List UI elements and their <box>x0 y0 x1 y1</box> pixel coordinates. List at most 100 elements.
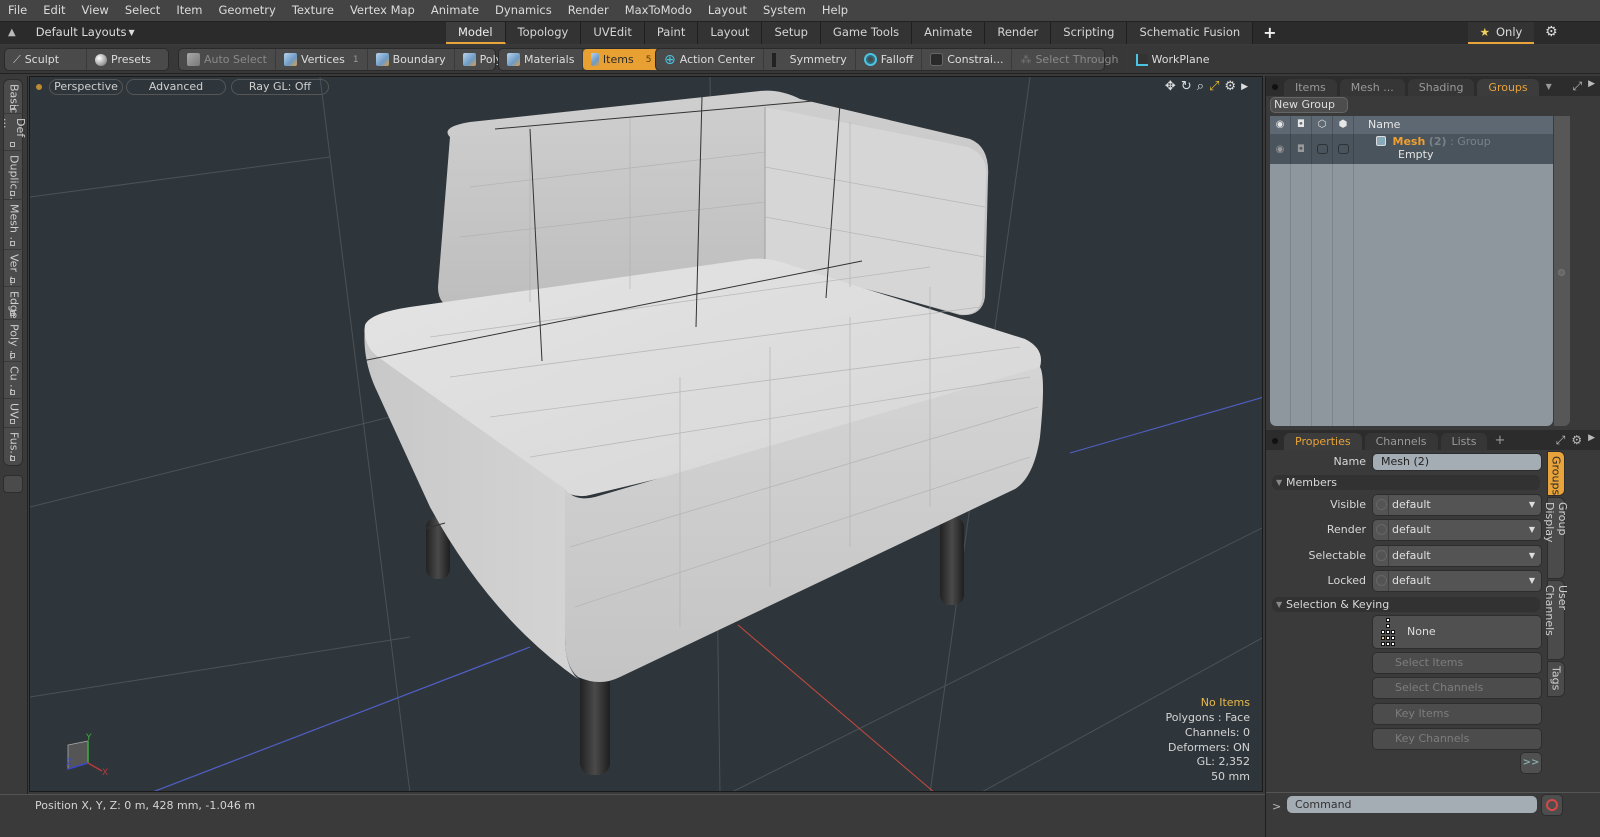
side-tab-group-display[interactable]: Group Display <box>1543 497 1569 579</box>
side-tab-groups[interactable]: Groups <box>1547 451 1565 496</box>
menu-texture[interactable]: Texture <box>284 0 342 21</box>
keyframe-circle-icon[interactable] <box>1376 575 1387 586</box>
left-tab-extra[interactable] <box>3 475 23 493</box>
selection-keying-section[interactable]: ▼ Selection & Keying <box>1272 597 1540 612</box>
visible-dropdown[interactable]: default ▼ <box>1372 494 1542 516</box>
menu-help[interactable]: Help <box>814 0 856 21</box>
selectable-dropdown[interactable]: default ▼ <box>1372 545 1542 567</box>
keyframe-circle-icon[interactable] <box>1376 499 1387 510</box>
tab-lists[interactable]: Lists <box>1440 433 1488 450</box>
row-eye-icon[interactable]: ◉ <box>1270 134 1291 164</box>
sculpt-button[interactable]: ⟋ Sculpt <box>5 49 87 70</box>
left-tab-deform[interactable]: Def ... <box>1 114 27 151</box>
viewport-status-dot-icon[interactable] <box>36 84 42 90</box>
render-camera-icon[interactable]: ◘ <box>1291 116 1312 134</box>
materials-button[interactable]: Materials <box>499 49 584 70</box>
left-tab-curve[interactable]: Cu ... <box>4 362 24 399</box>
3d-viewport[interactable]: Y X Z Perspective Advanced Ray GL: Off ✥… <box>29 76 1263 792</box>
panel-arrow-icon[interactable]: ▶ <box>1588 79 1595 94</box>
menu-geometry[interactable]: Geometry <box>211 0 284 21</box>
new-group-button[interactable]: New Group <box>1270 97 1348 113</box>
tab-properties[interactable]: Properties <box>1284 433 1362 450</box>
selectable-cube-icon[interactable]: ⬡ <box>1312 116 1333 134</box>
rotate-icon[interactable]: ↻ <box>1181 79 1192 95</box>
left-tab-mesh[interactable]: Mesh ... <box>4 200 24 250</box>
menu-view[interactable]: View <box>74 0 117 21</box>
locked-dropdown[interactable]: default ▼ <box>1372 570 1542 592</box>
menu-system[interactable]: System <box>755 0 814 21</box>
tab-scripting[interactable]: Scripting <box>1051 22 1128 44</box>
vertices-button[interactable]: Vertices 1 <box>276 49 368 70</box>
groups-scrollbar[interactable] <box>1554 116 1570 426</box>
left-tab-polygon[interactable]: Poly ... <box>4 320 24 362</box>
select-through-button[interactable]: ⁂ Select Through <box>1012 49 1128 70</box>
expand-arrow-icon[interactable]: ▶ <box>1241 79 1248 95</box>
members-section[interactable]: ▼ Members <box>1272 475 1540 490</box>
layout-selector[interactable]: ▲ Default Layouts ▼ <box>8 25 135 39</box>
tab-mesh[interactable]: Mesh ... <box>1339 79 1405 96</box>
symmetry-button[interactable]: Symmetry <box>764 49 856 70</box>
only-toggle[interactable]: ★ Only <box>1468 22 1534 44</box>
tab-uvedit[interactable]: UVEdit <box>581 22 645 44</box>
panel-dot-icon[interactable] <box>1272 438 1278 444</box>
tab-model[interactable]: Model <box>446 22 506 44</box>
raygl-button[interactable]: Ray GL: Off <box>231 79 329 95</box>
action-center-button[interactable]: ⊕ Action Center <box>656 49 764 70</box>
render-dropdown[interactable]: default ▼ <box>1372 519 1542 541</box>
left-tab-edge[interactable]: Edge <box>4 287 24 320</box>
workplane-button[interactable]: WorkPlane <box>1128 49 1218 70</box>
key-channels-button[interactable]: Key Channels <box>1372 728 1542 750</box>
tab-paint[interactable]: Paint <box>644 22 699 44</box>
add-tab-button[interactable]: + <box>1253 22 1286 44</box>
left-tab-vertex[interactable]: Ver ... <box>4 250 24 287</box>
add-tab-icon[interactable]: + <box>1494 433 1505 448</box>
tab-channels[interactable]: Channels <box>1364 433 1438 450</box>
command-input[interactable]: Command <box>1287 796 1537 813</box>
more-button[interactable]: >> <box>1520 752 1542 774</box>
select-items-button[interactable]: Select Items <box>1372 652 1542 674</box>
menu-edit[interactable]: Edit <box>35 0 73 21</box>
menu-file[interactable]: File <box>0 0 35 21</box>
menu-item[interactable]: Item <box>168 0 210 21</box>
maximize-icon[interactable]: ⤢ <box>1209 79 1219 95</box>
key-items-button[interactable]: Key Items <box>1372 703 1542 725</box>
none-selector-button[interactable]: None <box>1372 615 1542 649</box>
panel-arrow-icon[interactable]: ▶ <box>1588 433 1595 448</box>
tab-animate[interactable]: Animate <box>912 22 986 44</box>
zoom-icon[interactable]: ⌕ <box>1197 79 1204 95</box>
tab-render[interactable]: Render <box>985 22 1052 44</box>
tab-groups[interactable]: Groups <box>1477 79 1539 96</box>
tab-schematic-fusion[interactable]: Schematic Fusion <box>1127 22 1254 44</box>
menu-select[interactable]: Select <box>117 0 168 21</box>
select-channels-button[interactable]: Select Channels <box>1372 677 1542 699</box>
tab-topology[interactable]: Topology <box>505 22 582 44</box>
record-macro-button[interactable] <box>1541 794 1563 816</box>
gear-icon[interactable]: ⚙ <box>1545 24 1558 40</box>
auto-select-button[interactable]: Auto Select <box>179 49 276 70</box>
view-mode-button[interactable]: Perspective <box>49 79 123 95</box>
menu-dynamics[interactable]: Dynamics <box>487 0 560 21</box>
menu-animate[interactable]: Animate <box>423 0 487 21</box>
maximize-panel-icon[interactable]: ⤢ <box>1572 79 1582 94</box>
group-row[interactable]: ◉ ◘ Mesh (2) : Group Empty <box>1270 134 1553 164</box>
row-camera-icon[interactable]: ◘ <box>1291 134 1312 164</box>
left-tab-basic[interactable]: Basic <box>4 80 24 114</box>
keyframe-circle-icon[interactable] <box>1376 524 1387 535</box>
tab-layout[interactable]: Layout <box>698 22 763 44</box>
menu-render[interactable]: Render <box>560 0 617 21</box>
keyframe-circle-icon[interactable] <box>1376 550 1387 561</box>
tab-game-tools[interactable]: Game Tools <box>820 22 913 44</box>
visibility-eye-icon[interactable]: ◉ <box>1270 116 1291 134</box>
tabs-dropdown-icon[interactable]: ▼ <box>1546 82 1552 91</box>
left-tab-duplicate[interactable]: Duplic... <box>4 151 24 200</box>
items-button[interactable]: Items 5 <box>583 49 660 70</box>
name-field[interactable]: Mesh (2) <box>1372 453 1542 471</box>
maximize-panel-icon[interactable]: ⤢ <box>1556 433 1566 448</box>
menu-layout[interactable]: Layout <box>700 0 755 21</box>
presets-button[interactable]: Presets <box>87 49 159 70</box>
tab-setup[interactable]: Setup <box>762 22 821 44</box>
constraints-button[interactable]: Constrai... <box>922 49 1013 70</box>
row-lock-toggle[interactable] <box>1333 134 1354 164</box>
side-tab-tags[interactable]: Tags <box>1547 661 1565 697</box>
shading-mode-button[interactable]: Advanced <box>126 79 226 95</box>
